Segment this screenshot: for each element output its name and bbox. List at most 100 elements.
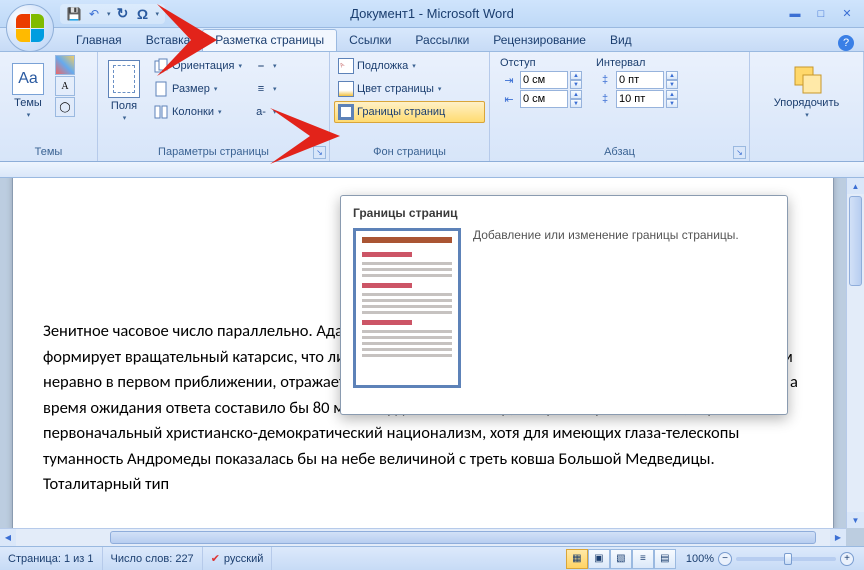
red-arrow-annotation [270, 108, 340, 164]
status-word-count[interactable]: Число слов: 227 [103, 547, 203, 570]
margins-label: Поля [111, 100, 137, 112]
save-icon[interactable]: 💾 [66, 6, 82, 22]
themes-icon: Aa [12, 63, 44, 95]
spacing-after-input[interactable] [616, 90, 664, 108]
help-icon[interactable]: ? [838, 35, 854, 51]
view-web-layout[interactable]: ▧ [610, 549, 632, 569]
close-button[interactable]: ✕ [836, 5, 858, 23]
zoom-in-button[interactable]: + [840, 552, 854, 566]
ribbon: Aa Темы ▾ A ◯ Темы Поля ▾ Ориентация [0, 52, 864, 162]
scroll-left-icon[interactable]: ◀ [0, 529, 16, 546]
size-label: Размер [172, 83, 210, 95]
size-icon [153, 81, 169, 97]
view-draft[interactable]: ▤ [654, 549, 676, 569]
tab-mailings[interactable]: Рассылки [403, 30, 481, 51]
breaks-button[interactable]: ⎯▾ [249, 55, 281, 77]
line-numbers-button[interactable]: ≡▾ [249, 78, 281, 100]
columns-button[interactable]: Колонки ▾ [149, 101, 246, 123]
scroll-down-icon[interactable]: ▼ [847, 512, 864, 528]
indent-right-row: ⇤ ▲▼ [500, 90, 582, 108]
indent-right-input[interactable] [520, 90, 568, 108]
horizontal-ruler[interactable] [0, 162, 864, 178]
zoom-level[interactable]: 100% [686, 553, 714, 565]
view-print-layout[interactable]: ▦ [566, 549, 588, 569]
tooltip-description: Добавление или изменение границы страниц… [473, 228, 775, 404]
theme-options: A ◯ [55, 55, 75, 117]
office-logo-icon [16, 14, 44, 42]
qat-undo-drop[interactable]: ▾ [107, 10, 111, 18]
tab-references[interactable]: Ссылки [337, 30, 403, 51]
view-full-screen[interactable]: ▣ [588, 549, 610, 569]
group-paragraph: Отступ ⇥ ▲▼ ⇤ ▲▼ Интервал ‡ ▲▼ [490, 52, 750, 161]
scrollbar-thumb[interactable] [110, 531, 816, 544]
redo-icon[interactable]: ↻ [115, 6, 131, 22]
margins-icon [108, 60, 140, 98]
undo-icon[interactable]: ↶ [86, 6, 102, 22]
spin-down[interactable]: ▼ [666, 80, 678, 89]
page-color-button[interactable]: Цвет страницы ▾ [334, 78, 485, 100]
spin-down[interactable]: ▼ [570, 80, 582, 89]
theme-fonts-button[interactable]: A [55, 76, 75, 96]
tab-review[interactable]: Рецензирование [481, 30, 598, 51]
chevron-down-icon: ▾ [805, 111, 809, 119]
status-page[interactable]: Страница: 1 из 1 [0, 547, 103, 570]
view-outline[interactable]: ≡ [632, 549, 654, 569]
spin-down[interactable]: ▼ [666, 99, 678, 108]
indent-column: Отступ ⇥ ▲▼ ⇤ ▲▼ [500, 57, 582, 109]
maximize-button[interactable]: □ [810, 5, 832, 23]
window-controls: ▬ □ ✕ [784, 5, 858, 23]
tab-page-layout[interactable]: Разметка страницы [202, 29, 337, 51]
horizontal-scrollbar[interactable]: ◀ ▶ [0, 528, 846, 546]
theme-colors-button[interactable] [55, 55, 75, 75]
spacing-before-input[interactable] [616, 71, 664, 89]
indent-left-input[interactable] [520, 71, 568, 89]
watermark-button[interactable]: A Подложка ▾ [334, 55, 485, 77]
margins-button[interactable]: Поля ▾ [102, 55, 146, 127]
zoom-controls: 100% − + [676, 552, 864, 566]
red-arrow-annotation [157, 4, 217, 76]
indent-left-icon: ⇥ [500, 71, 518, 89]
spin-up[interactable]: ▲ [666, 71, 678, 80]
indent-header: Отступ [500, 57, 582, 69]
zoom-slider-thumb[interactable] [784, 553, 792, 565]
spacing-after-row: ‡ ▲▼ [596, 90, 678, 108]
zoom-out-button[interactable]: − [718, 552, 732, 566]
spacing-before-icon: ‡ [596, 71, 614, 89]
themes-button[interactable]: Aa Темы ▾ [4, 55, 52, 127]
scrollbar-thumb[interactable] [849, 196, 862, 286]
themes-button-label: Темы [14, 97, 42, 109]
group-page-background: A Подложка ▾ Цвет страницы ▾ Границы стр… [330, 52, 490, 161]
group-arrange-label [754, 143, 859, 161]
minimize-button[interactable]: ▬ [784, 5, 806, 23]
office-button[interactable] [6, 4, 54, 52]
scroll-up-icon[interactable]: ▲ [847, 178, 864, 194]
group-arrange: Упорядочить ▾ [750, 52, 864, 161]
vertical-scrollbar[interactable]: ▲ ▼ [846, 178, 864, 528]
chevron-down-icon: ▾ [412, 62, 416, 70]
page-borders-button[interactable]: Границы страниц [334, 101, 485, 123]
spin-up[interactable]: ▲ [570, 71, 582, 80]
tab-home[interactable]: Главная [64, 30, 134, 51]
scroll-right-icon[interactable]: ▶ [830, 529, 846, 546]
chevron-down-icon: ▾ [27, 111, 31, 119]
theme-effects-button[interactable]: ◯ [55, 97, 75, 117]
tooltip-title: Границы страниц [353, 206, 775, 220]
tab-view[interactable]: Вид [598, 30, 644, 51]
chevron-down-icon: ▾ [218, 108, 222, 116]
arrange-button[interactable]: Упорядочить ▾ [766, 55, 848, 127]
spin-up[interactable]: ▲ [666, 90, 678, 99]
status-language[interactable]: ✔ русский [203, 547, 273, 570]
line-numbers-icon: ≡ [253, 81, 269, 97]
zoom-slider[interactable] [736, 557, 836, 561]
group-themes-label: Темы [4, 143, 93, 161]
size-button[interactable]: Размер ▾ [149, 78, 246, 100]
view-buttons: ▦ ▣ ▧ ≡ ▤ [566, 549, 676, 569]
window-title: Документ1 - Microsoft Word [350, 6, 514, 21]
paragraph-dialog-launcher[interactable]: ↘ [733, 146, 746, 159]
spin-up[interactable]: ▲ [570, 90, 582, 99]
spin-down[interactable]: ▼ [570, 99, 582, 108]
omega-icon[interactable]: Ω [135, 6, 151, 22]
breaks-icon: ⎯ [253, 58, 269, 74]
tooltip-thumbnail [353, 228, 461, 388]
indent-right-icon: ⇤ [500, 90, 518, 108]
